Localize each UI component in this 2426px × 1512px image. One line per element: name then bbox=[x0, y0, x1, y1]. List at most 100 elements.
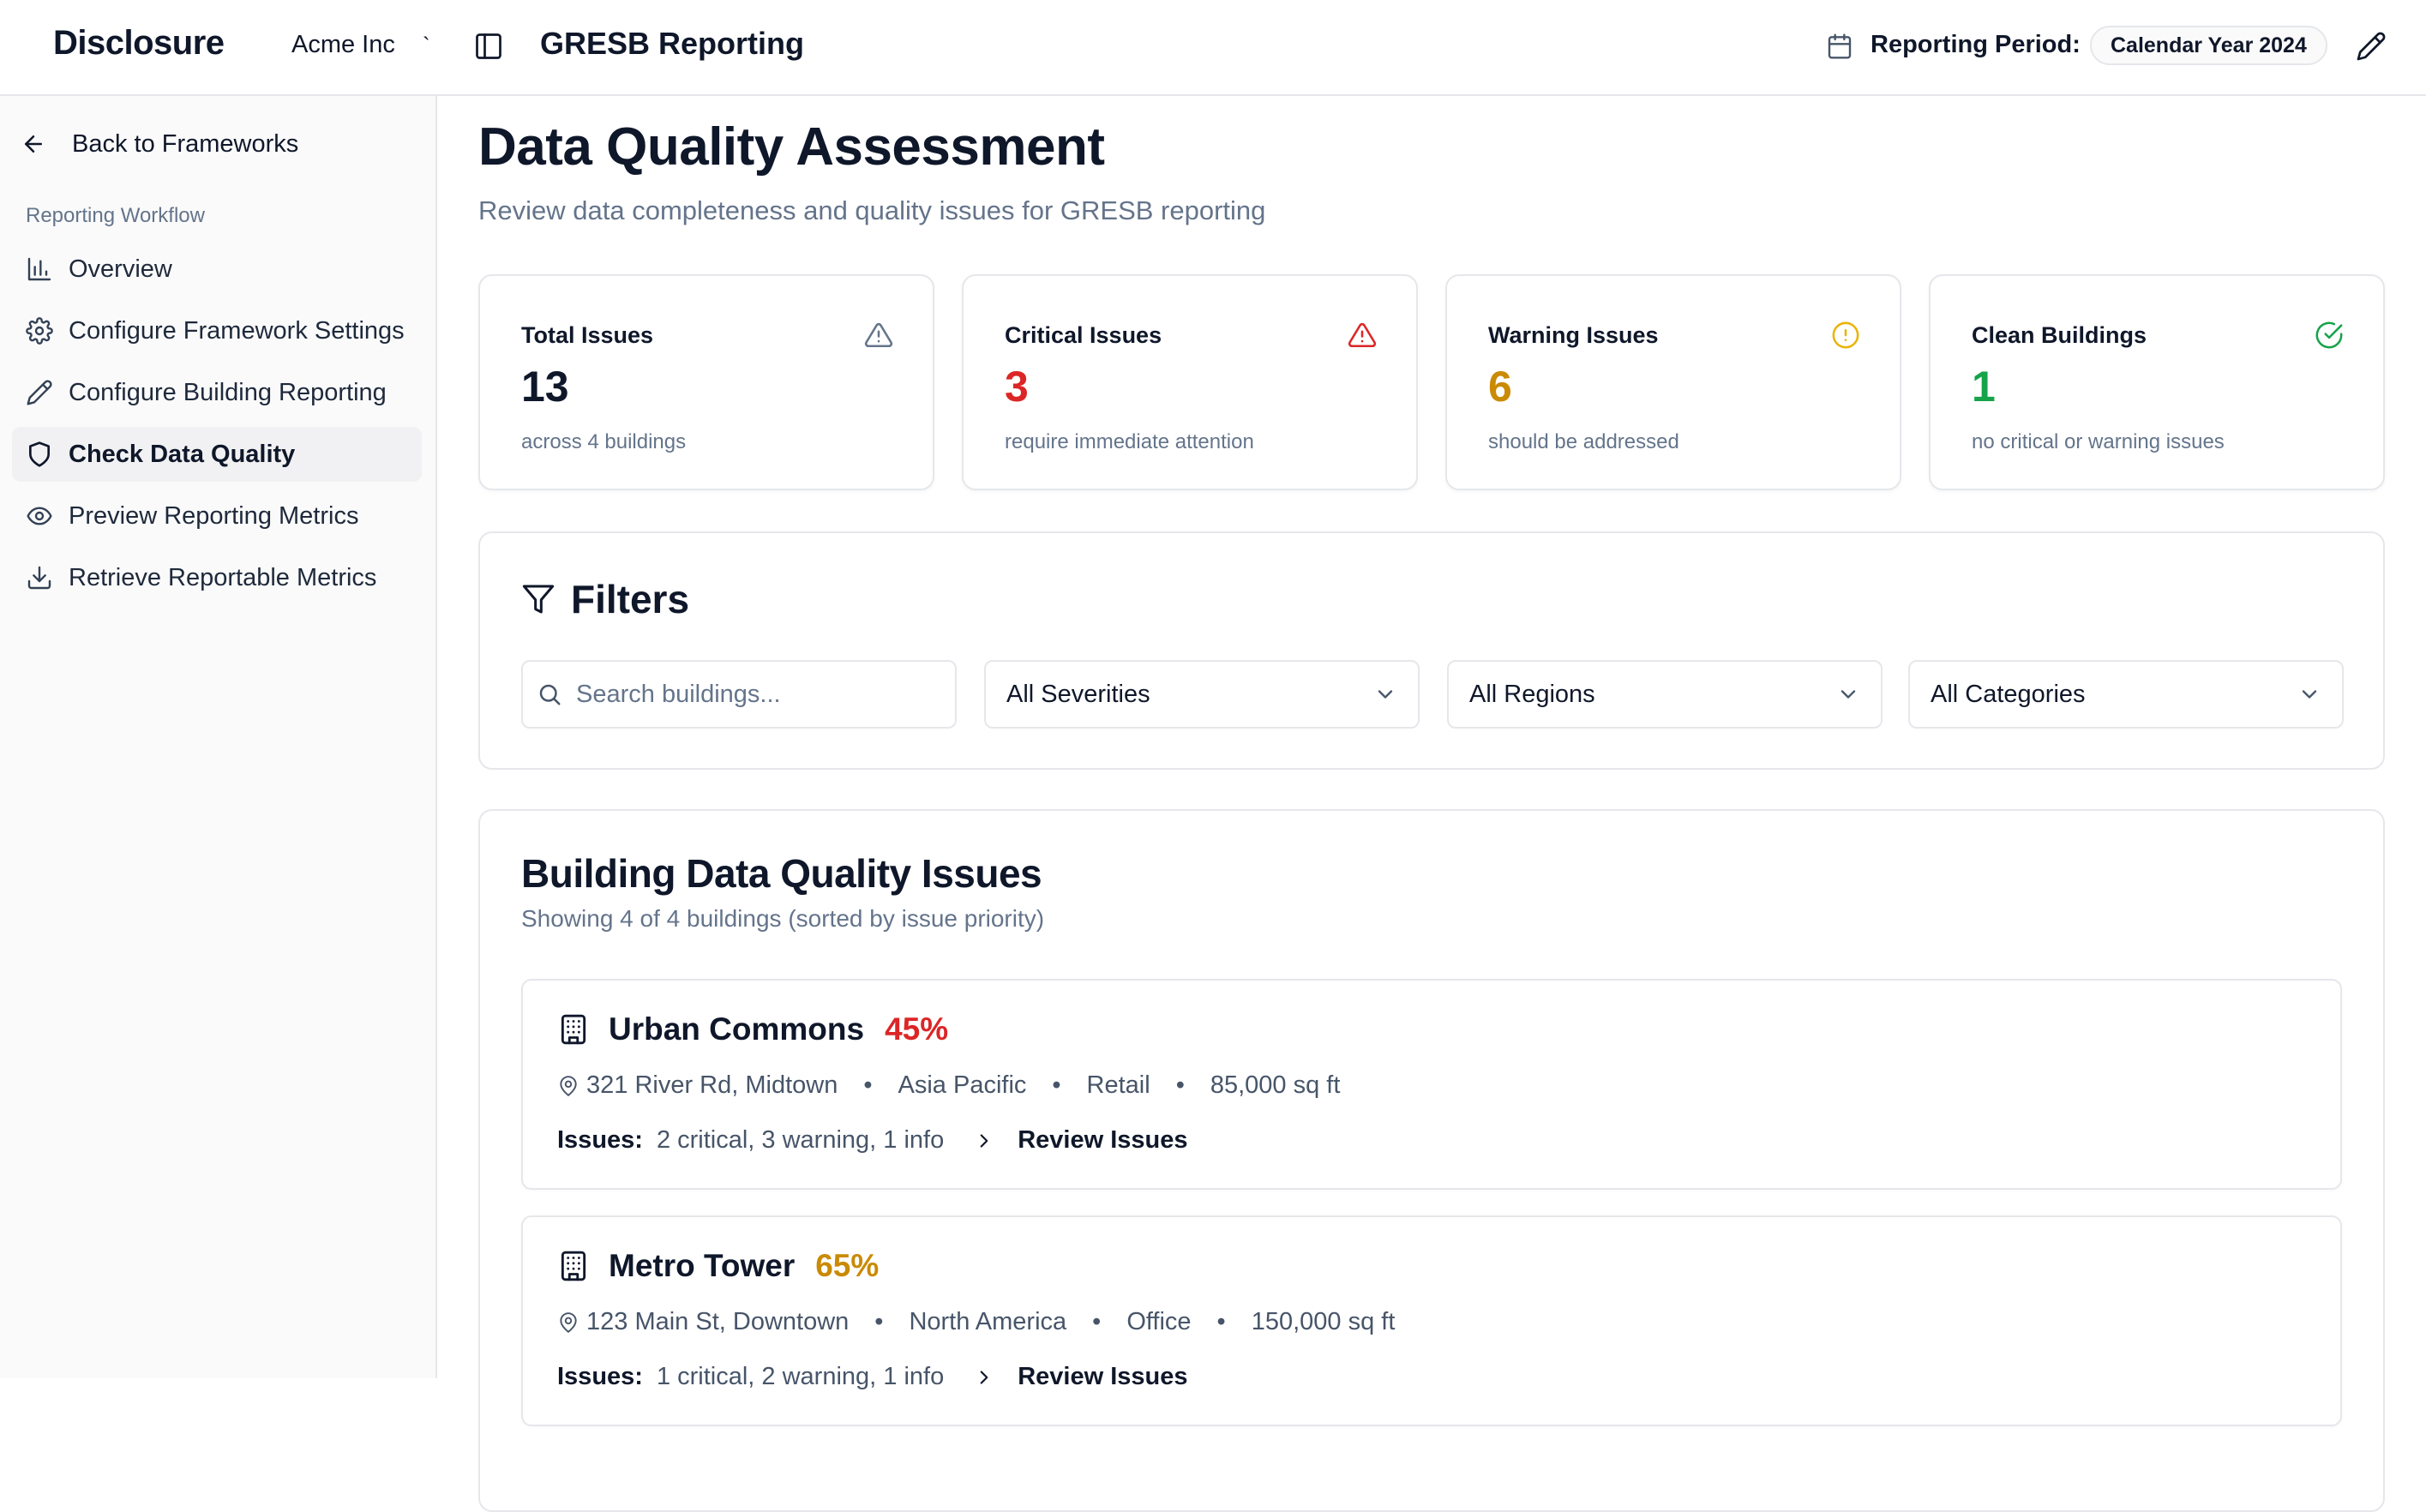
separator-dot: • bbox=[1052, 1071, 1061, 1099]
separator-dot: • bbox=[1216, 1308, 1226, 1335]
workflow-heading: Reporting Workflow bbox=[26, 204, 205, 227]
building-issues-summary: Issues: 1 critical, 2 warning, 1 info Re… bbox=[557, 1363, 1188, 1391]
sidebar-item-label: Check Data Quality bbox=[69, 440, 296, 468]
chevron-right-icon[interactable] bbox=[973, 1130, 995, 1152]
stat-value: 1 bbox=[1972, 363, 1996, 411]
severity-select-value: All Severities bbox=[1006, 680, 1150, 708]
region-select[interactable]: All Regions bbox=[1447, 660, 1883, 729]
arrow-left-icon bbox=[25, 135, 42, 153]
map-pin-icon bbox=[560, 1311, 577, 1333]
page-subtitle: Review data completeness and quality iss… bbox=[478, 195, 1266, 225]
stat-card-critical-issues: Critical Issues 3 require immediate atte… bbox=[962, 274, 1418, 490]
stat-description: no critical or warning issues bbox=[1972, 430, 2225, 453]
region-select-value: All Regions bbox=[1469, 680, 1595, 708]
building-card[interactable]: Urban Commons 45% 321 River Rd, Midtown … bbox=[521, 979, 2342, 1190]
building-name: Urban Commons bbox=[609, 1011, 865, 1047]
search-buildings-field[interactable] bbox=[521, 660, 957, 729]
issue-counts: 2 critical, 3 warning, 1 info bbox=[656, 1126, 945, 1154]
building-region: North America bbox=[909, 1308, 1067, 1335]
sidebar-item-label: Configure Framework Settings bbox=[69, 316, 405, 345]
separator-dot: • bbox=[1175, 1071, 1185, 1099]
severity-select[interactable]: All Severities bbox=[984, 660, 1420, 729]
sidebar-item-building-reporting[interactable]: Configure Building Reporting bbox=[12, 365, 422, 420]
issues-subtitle: Showing 4 of 4 buildings (sorted by issu… bbox=[521, 905, 1045, 932]
filter-icon bbox=[522, 585, 555, 614]
calendar-icon bbox=[1828, 33, 1852, 59]
issue-counts: 1 critical, 2 warning, 1 info bbox=[656, 1363, 945, 1390]
brand-logo[interactable]: Disclosure bbox=[53, 24, 225, 63]
search-icon bbox=[539, 684, 561, 705]
building-icon bbox=[561, 1014, 586, 1045]
building-header: Urban Commons 45% bbox=[557, 1011, 948, 1047]
sidebar-item-data-quality[interactable]: Check Data Quality bbox=[12, 427, 422, 482]
building-icon bbox=[561, 1251, 586, 1281]
building-card[interactable]: Metro Tower 65% 123 Main St, Downtown • … bbox=[521, 1215, 2342, 1426]
workflow-nav: Overview Configure Framework Settings Co… bbox=[12, 242, 422, 612]
review-issues-button[interactable]: Review Issues bbox=[1018, 1363, 1187, 1391]
separator-dot: • bbox=[1092, 1308, 1102, 1335]
shield-icon bbox=[29, 441, 50, 467]
map-pin-icon bbox=[560, 1075, 577, 1096]
stat-value: 13 bbox=[521, 363, 569, 411]
chevron-right-icon[interactable] bbox=[973, 1366, 995, 1389]
building-header: Metro Tower 65% bbox=[557, 1248, 879, 1284]
building-meta: 123 Main St, Downtown • North America • … bbox=[557, 1308, 1395, 1336]
building-name: Metro Tower bbox=[609, 1248, 796, 1283]
stat-card-total-issues: Total Issues 13 across 4 buildings bbox=[478, 274, 934, 490]
check-circle-icon bbox=[2315, 321, 2343, 349]
download-icon bbox=[27, 566, 51, 590]
sidebar-item-label: Configure Building Reporting bbox=[69, 378, 387, 406]
chevron-down-icon bbox=[1841, 690, 1856, 699]
org-switcher[interactable]: Acme Inc bbox=[291, 31, 395, 59]
app-section-title: GRESB Reporting bbox=[540, 26, 805, 61]
building-type: Retail bbox=[1086, 1071, 1150, 1099]
page-title: Data Quality Assessment bbox=[478, 117, 1105, 177]
edit-period-icon[interactable] bbox=[2356, 31, 2387, 62]
building-issues-panel: Building Data Quality Issues Showing 4 o… bbox=[478, 809, 2385, 1512]
top-bar: Disclosure Acme Inc ` GRESB Reporting Re… bbox=[0, 0, 2426, 96]
category-select[interactable]: All Categories bbox=[1908, 660, 2344, 729]
sidebar-toggle-icon[interactable] bbox=[473, 31, 504, 62]
alert-triangle-icon bbox=[1348, 322, 1377, 348]
reporting-period-label: Reporting Period: bbox=[1871, 31, 2081, 58]
stat-label: Clean Buildings bbox=[1972, 322, 2147, 348]
sidebar-item-retrieve-metrics[interactable]: Retrieve Reportable Metrics bbox=[12, 550, 422, 605]
reporting-period-badge[interactable]: Calendar Year 2024 bbox=[2090, 26, 2327, 65]
warning-triangle-icon bbox=[864, 322, 893, 348]
issues-label: Issues: bbox=[557, 1126, 643, 1154]
sidebar-item-preview-metrics[interactable]: Preview Reporting Metrics bbox=[12, 489, 422, 543]
back-to-frameworks-link[interactable]: Back to Frameworks bbox=[21, 125, 298, 163]
completeness-percent: 45% bbox=[885, 1011, 949, 1047]
stat-card-warning-issues: Warning Issues 6 should be addressed bbox=[1445, 274, 1901, 490]
sidebar-item-label: Preview Reporting Metrics bbox=[69, 501, 359, 530]
eye-icon bbox=[27, 507, 52, 525]
building-region: Asia Pacific bbox=[898, 1071, 1027, 1099]
building-issues-summary: Issues: 2 critical, 3 warning, 1 info Re… bbox=[557, 1126, 1188, 1155]
stat-value: 6 bbox=[1488, 363, 1512, 411]
review-issues-button[interactable]: Review Issues bbox=[1018, 1126, 1187, 1155]
stat-label: Warning Issues bbox=[1488, 322, 1659, 348]
pencil-icon bbox=[27, 380, 52, 405]
building-type: Office bbox=[1126, 1308, 1192, 1335]
sidebar-item-label: Overview bbox=[69, 255, 172, 283]
bar-chart-icon bbox=[27, 257, 51, 281]
building-address: 123 Main St, Downtown bbox=[586, 1308, 850, 1335]
chevron-down-icon bbox=[2302, 690, 2317, 699]
building-area: 85,000 sq ft bbox=[1210, 1071, 1341, 1099]
issues-title: Building Data Quality Issues bbox=[521, 851, 1042, 896]
stat-label: Critical Issues bbox=[1005, 322, 1162, 348]
filters-heading: Filters bbox=[521, 576, 689, 622]
search-input[interactable] bbox=[576, 680, 936, 709]
stat-description: require immediate attention bbox=[1005, 430, 1254, 453]
completeness-percent: 65% bbox=[815, 1248, 880, 1283]
stat-card-clean-buildings: Clean Buildings 1 no critical or warning… bbox=[1929, 274, 2385, 490]
building-meta: 321 River Rd, Midtown • Asia Pacific • R… bbox=[557, 1071, 1340, 1100]
stat-value: 3 bbox=[1005, 363, 1029, 411]
sidebar-item-overview[interactable]: Overview bbox=[12, 242, 422, 297]
filters-panel: Filters All Severities All Regions All C… bbox=[478, 531, 2385, 770]
stat-description: should be addressed bbox=[1488, 430, 1679, 453]
separator-dot: • bbox=[863, 1071, 873, 1099]
alert-circle-icon bbox=[1832, 321, 1859, 349]
back-label: Back to Frameworks bbox=[72, 129, 299, 158]
sidebar-item-framework-settings[interactable]: Configure Framework Settings bbox=[12, 303, 422, 358]
